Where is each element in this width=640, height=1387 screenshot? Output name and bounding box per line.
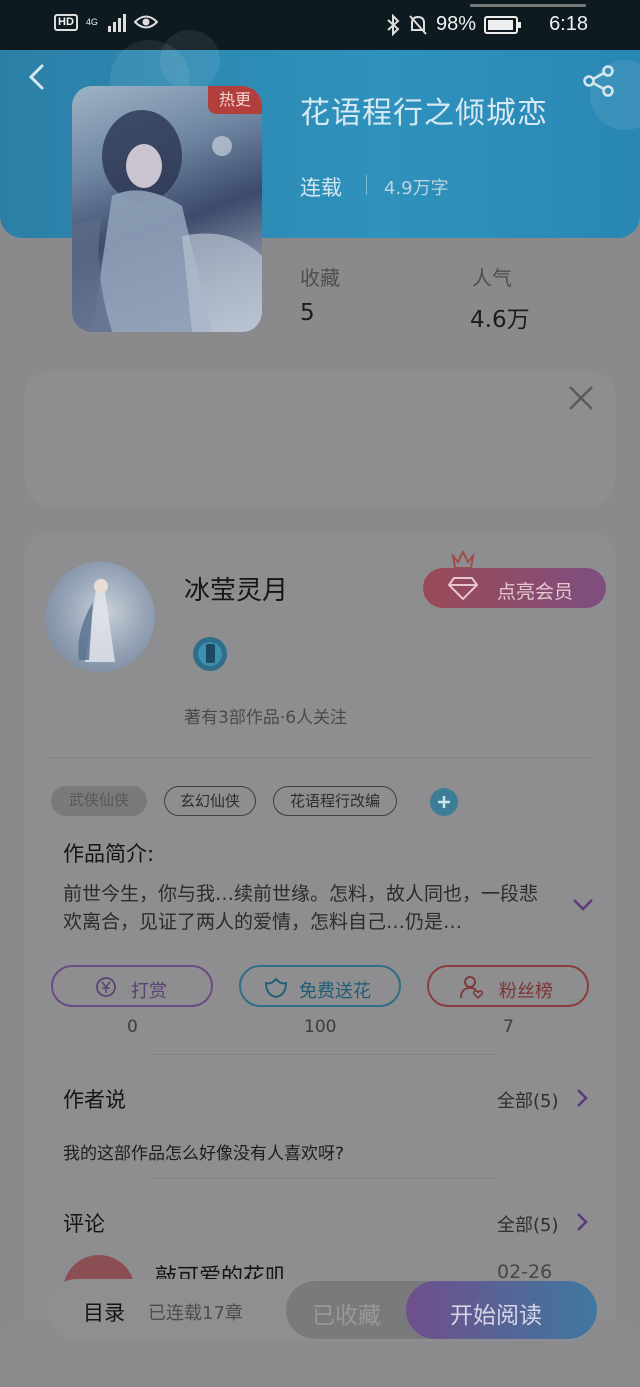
diamond-icon — [448, 577, 478, 601]
expand-chevron-icon[interactable] — [572, 898, 594, 912]
section-divider — [150, 1054, 495, 1055]
fan-rank-button[interactable]: 粉丝榜 — [427, 965, 589, 1007]
flower-icon — [265, 977, 287, 998]
start-reading-button[interactable]: 开始阅读 — [406, 1281, 597, 1339]
chevron-right-icon[interactable] — [576, 1088, 588, 1108]
eye-icon — [133, 15, 158, 29]
reward-count: 0 — [127, 1017, 138, 1037]
battery-percent: 98% — [435, 13, 476, 35]
fan-user-icon — [460, 976, 483, 1000]
author-name[interactable]: 冰莹灵月 — [184, 570, 288, 607]
collect-count: 5 — [300, 300, 315, 326]
mute-bell-icon — [409, 14, 427, 35]
status-left: HD 4G — [54, 12, 158, 32]
medal-icon — [193, 637, 227, 671]
plus-icon — [438, 796, 450, 808]
tag-item[interactable]: 玄幻仙侠 — [164, 786, 256, 816]
send-flower-label: 免费送花 — [299, 981, 371, 1002]
book-title: 花语程行之倾城恋 — [300, 96, 548, 131]
chapter-count[interactable]: 已连载17章 — [148, 1299, 243, 1325]
flower-count: 100 — [304, 1017, 337, 1037]
fan-rank-label: 粉丝榜 — [499, 981, 553, 1002]
yen-icon — [96, 977, 116, 997]
back-icon[interactable] — [26, 64, 48, 90]
collect-label: 收藏 — [300, 266, 340, 290]
book-cover[interactable]: 热更 — [72, 86, 262, 332]
author-avatar[interactable] — [45, 562, 155, 672]
vip-button-label: 点亮会员 — [497, 581, 574, 603]
section-divider — [45, 757, 595, 758]
reward-label: 打赏 — [131, 981, 167, 1002]
popularity-label: 人气 — [472, 266, 512, 290]
tag-item[interactable]: 花语程行改编 — [273, 786, 397, 816]
status-divider — [366, 175, 367, 195]
intro-heading: 作品简介: — [63, 842, 155, 866]
bluetooth-icon — [387, 13, 400, 36]
comments-heading: 评论 — [63, 1212, 105, 1236]
collected-label: 已收藏 — [312, 1303, 381, 1329]
status-bar: HD 4G 98% 6:18 — [0, 0, 640, 50]
book-status: 连载 — [300, 176, 342, 200]
hot-badge: 热更 — [208, 86, 262, 114]
popularity-count: 4.6万 — [470, 307, 530, 333]
author-meta: 著有3部作品·6人关注 — [184, 708, 348, 728]
reward-button[interactable]: 打赏 — [51, 965, 213, 1007]
author-says-heading: 作者说 — [63, 1088, 126, 1112]
comments-more[interactable]: 全部(5) — [497, 1211, 559, 1237]
hd-badge: HD — [54, 13, 78, 31]
banner-card — [25, 371, 615, 506]
start-reading-label: 开始阅读 — [450, 1303, 542, 1329]
author-says-more[interactable]: 全部(5) — [497, 1087, 559, 1113]
signal-icon — [107, 12, 126, 32]
section-divider — [150, 1178, 495, 1179]
battery-icon — [484, 15, 521, 34]
network-type: 4G — [85, 16, 98, 27]
intro-text[interactable]: 前世今生，你与我…续前世缘。怎料，故人同也，一段悲欢离合，见证了两人的爱情，怎料… — [63, 880, 553, 936]
add-tag-button[interactable] — [430, 788, 458, 816]
avatar-figure — [78, 579, 115, 662]
crown-icon — [451, 549, 475, 569]
chevron-right-icon[interactable] — [576, 1212, 588, 1232]
author-note[interactable]: 我的这部作品怎么好像没有人喜欢呀? — [63, 1139, 344, 1164]
share-icon[interactable] — [582, 64, 616, 98]
tag-item[interactable]: 武侠仙侠 — [51, 786, 147, 816]
clock: 6:18 — [549, 13, 588, 35]
status-indicator-line — [470, 4, 586, 7]
word-count: 4.9万字 — [384, 178, 449, 199]
fan-count: 7 — [503, 1017, 514, 1037]
toc-button[interactable]: 目录 — [83, 1297, 125, 1327]
send-flower-button[interactable]: 免费送花 — [239, 965, 401, 1007]
close-icon[interactable] — [568, 385, 594, 411]
cover-illustration — [72, 110, 262, 332]
